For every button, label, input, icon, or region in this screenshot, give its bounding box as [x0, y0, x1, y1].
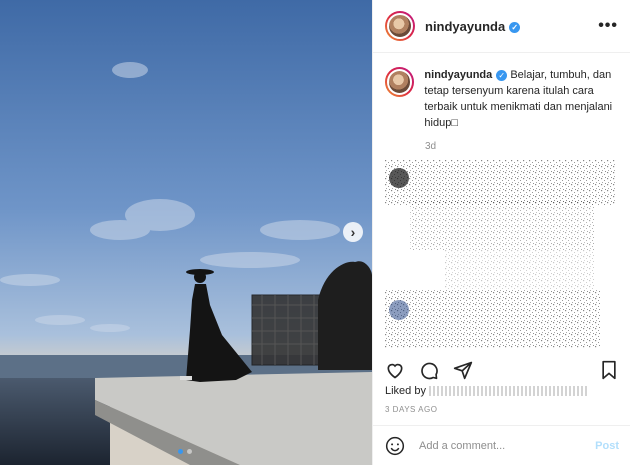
post-comment-button[interactable]: Post — [595, 440, 619, 452]
more-options-icon[interactable]: ••• — [598, 17, 618, 35]
caption-text: nindyayunda ✓ Belajar, tumbuh, dan tetap … — [424, 67, 618, 131]
chevron-right-icon: › — [350, 224, 356, 240]
bookmark-icon[interactable] — [599, 360, 619, 380]
comment-icon[interactable] — [419, 360, 439, 380]
comment-bar: Post — [373, 425, 630, 465]
liked-by-label: Liked by — [385, 385, 426, 397]
caption-username[interactable]: nindyayunda — [424, 69, 492, 81]
post-header: nindyayunda ✓ ••• — [373, 0, 630, 53]
carousel-dot-2 — [187, 449, 192, 454]
post-details-panel: nindyayunda ✓ ••• nindyayunda ✓ Belajar, t… — [372, 0, 630, 465]
username-link[interactable]: nindyayunda ✓ — [425, 19, 521, 34]
emoji-icon[interactable] — [385, 436, 405, 456]
instagram-post-modal: › nindyayunda ✓ ••• nindyayunda ✓ Belajar,… — [0, 0, 630, 465]
verified-badge-icon: ✓ — [509, 21, 521, 33]
verified-badge-icon: ✓ — [496, 69, 508, 81]
heart-icon[interactable] — [385, 360, 405, 380]
obscured-comments — [385, 160, 615, 348]
username-text[interactable]: nindyayunda — [425, 19, 505, 34]
action-bar — [385, 358, 619, 382]
carousel-dot-1 — [178, 449, 183, 454]
likes-summary[interactable]: Liked by — [385, 385, 590, 397]
avatar[interactable] — [385, 67, 415, 97]
share-icon[interactable] — [453, 360, 473, 380]
caption-time[interactable]: 3d — [425, 141, 630, 152]
comment-input[interactable] — [417, 438, 591, 453]
post-photo — [0, 0, 372, 465]
carousel-indicator — [178, 449, 192, 454]
post-timestamp[interactable]: 3 DAYS AGO — [385, 405, 437, 414]
caption: nindyayunda ✓ Belajar, tumbuh, dan tetap … — [373, 53, 630, 131]
obscured-likers — [429, 386, 590, 397]
avatar[interactable] — [385, 11, 415, 41]
next-slide-button[interactable]: › — [343, 222, 363, 242]
post-image[interactable]: › — [0, 0, 372, 465]
